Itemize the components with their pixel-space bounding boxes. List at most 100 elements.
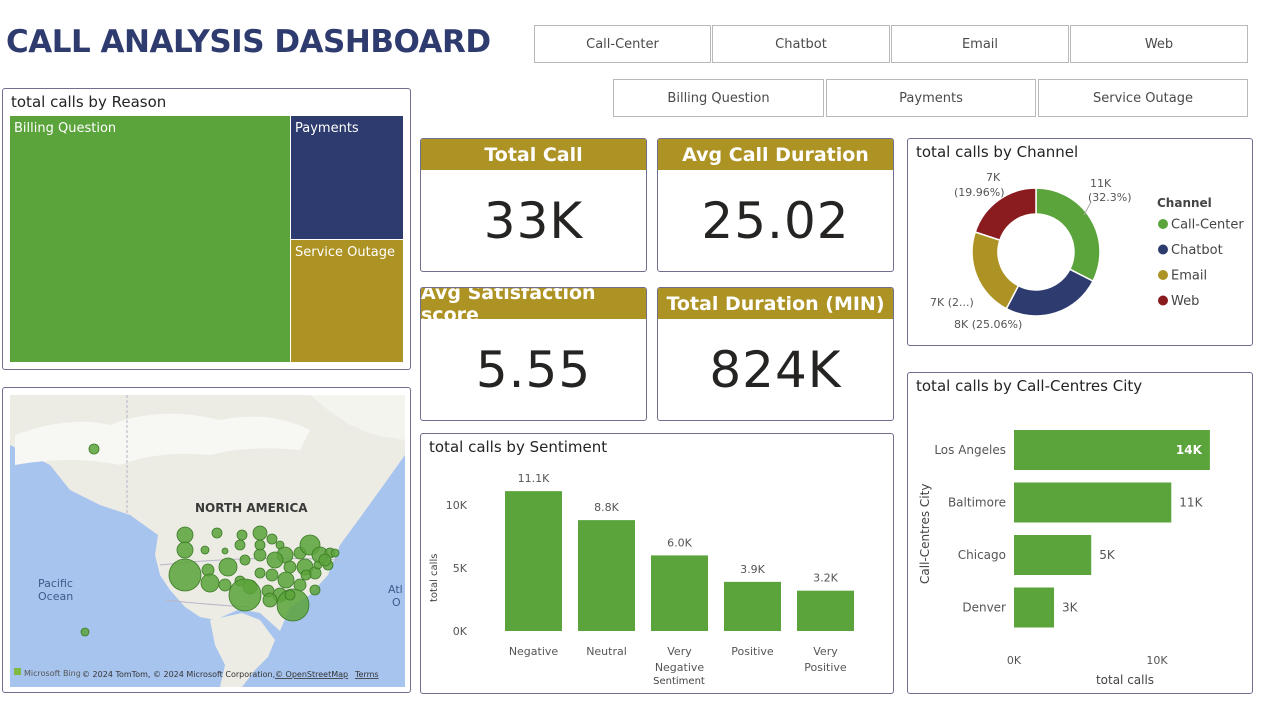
- kpi-value: 824K: [709, 340, 842, 399]
- map-bubble[interactable]: [265, 568, 279, 582]
- map-bubble[interactable]: [253, 548, 267, 562]
- legend-item[interactable]: Web: [1171, 294, 1199, 309]
- map-bubble[interactable]: [318, 553, 332, 567]
- legend-marker: [1158, 295, 1168, 306]
- x-tick-label: Negative: [655, 661, 705, 674]
- slicer-service-outage[interactable]: Service Outage: [1038, 79, 1248, 117]
- slicer-web[interactable]: Web: [1070, 25, 1248, 63]
- map-label-atlantic: Atl: [388, 583, 403, 596]
- slicer-payments[interactable]: Payments: [826, 79, 1036, 117]
- legend-item[interactable]: Email: [1171, 269, 1207, 284]
- slicer-call-center[interactable]: Call-Center: [534, 25, 711, 63]
- map-label-continent: NORTH AMERICA: [195, 501, 308, 515]
- bar[interactable]: [1014, 587, 1055, 628]
- bar[interactable]: [724, 581, 781, 631]
- map-bubble[interactable]: [88, 443, 100, 455]
- bar[interactable]: [1014, 535, 1092, 575]
- slicer-email[interactable]: Email: [891, 25, 1069, 63]
- y-tick-label: Los Angeles: [934, 443, 1006, 457]
- donut-data-label: 7K (2...): [930, 296, 974, 309]
- legend-marker: [1158, 270, 1168, 280]
- kpi-label: Total Call: [421, 139, 646, 170]
- x-axis-label: Sentiment: [653, 676, 705, 687]
- map-bubble[interactable]: [262, 592, 278, 608]
- osm-link[interactable]: © OpenStreetMap: [275, 670, 348, 679]
- treemap-cell-payments[interactable]: Payments: [290, 115, 404, 240]
- map-attribution: © 2024 TomTom, © 2024 Microsoft Corporat…: [82, 670, 275, 679]
- map-bubble[interactable]: [277, 571, 295, 589]
- bing-label: Microsoft Bing: [24, 669, 81, 678]
- map-bubble[interactable]: [228, 578, 262, 612]
- bar[interactable]: [505, 491, 562, 631]
- map-bubble[interactable]: [330, 548, 340, 558]
- y-tick-label: 0K: [453, 625, 468, 638]
- map-bubble[interactable]: [221, 547, 229, 555]
- y-axis-label: Call-Centres City: [918, 484, 932, 584]
- bar[interactable]: [651, 555, 708, 631]
- donut-data-label: 7K: [986, 171, 1001, 184]
- map-bubble[interactable]: [252, 525, 268, 541]
- map-bubble[interactable]: [234, 539, 246, 551]
- donut-chart[interactable]: 11K (32.3%) 8K (25.06%) 7K (2...) 7K (19…: [908, 165, 1252, 345]
- map-bubble[interactable]: [239, 554, 251, 566]
- map-bubble[interactable]: [176, 526, 194, 544]
- bar[interactable]: [1014, 482, 1172, 523]
- bar[interactable]: [797, 590, 854, 631]
- donut-legend: Call-Center Chatbot Email Web: [1158, 218, 1244, 309]
- donut-slice[interactable]: [971, 231, 1020, 310]
- slicer-chatbot[interactable]: Chatbot: [712, 25, 890, 63]
- sentiment-bar-chart[interactable]: total calls Sentiment 0K 5K 10K 11.1K Negat…: [421, 462, 893, 692]
- map-bubble[interactable]: [254, 539, 266, 551]
- bar[interactable]: [578, 520, 635, 631]
- legend-item[interactable]: Chatbot: [1171, 243, 1223, 258]
- kpi-value: 5.55: [475, 340, 592, 399]
- map-bubble[interactable]: [300, 569, 312, 581]
- slicer-billing-question[interactable]: Billing Question: [613, 79, 824, 117]
- kpi-avg-satisfaction: Avg Satisfaction score 5.55: [420, 287, 647, 421]
- map-bubble[interactable]: [266, 551, 284, 569]
- map-bubble[interactable]: [283, 560, 297, 574]
- map-bubble[interactable]: [218, 578, 232, 592]
- bubble-map[interactable]: NORTH AMERICA Pacific Ocean Atl O Micros…: [10, 395, 405, 687]
- map-bubble[interactable]: [200, 545, 210, 555]
- treemap-cell-service-outage[interactable]: Service Outage: [290, 239, 404, 363]
- y-tick-label: Chicago: [958, 548, 1006, 562]
- bar-data-label: 3.2K: [813, 572, 838, 585]
- sentiment-title: total calls by Sentiment: [429, 438, 608, 456]
- kpi-total-call: Total Call 33K: [420, 138, 647, 272]
- terms-link[interactable]: Terms: [354, 670, 379, 679]
- sentiment-panel: total calls by Sentiment total calls Sen…: [420, 433, 894, 694]
- map-bubble[interactable]: [200, 573, 220, 593]
- map-bubble[interactable]: [168, 558, 202, 592]
- map-label-ocean: Pacific: [38, 577, 73, 590]
- y-tick-label: Denver: [962, 601, 1006, 615]
- x-tick-label: Negative: [509, 645, 559, 658]
- donut-data-label: 8K (25.06%): [954, 318, 1022, 331]
- map-bubble[interactable]: [236, 529, 248, 541]
- kpi-label: Avg Satisfaction score: [421, 288, 646, 326]
- map-bubble[interactable]: [309, 584, 321, 596]
- map-bubble[interactable]: [254, 567, 266, 579]
- map-bubble[interactable]: [284, 589, 296, 601]
- map-bubble[interactable]: [211, 527, 223, 539]
- treemap-title: total calls by Reason: [11, 93, 167, 111]
- kpi-label: Avg Call Duration: [658, 139, 893, 170]
- donut-slice[interactable]: [1005, 268, 1095, 317]
- city-panel: total calls by Call-Centres City Call-Ce…: [907, 372, 1253, 694]
- treemap-cell-billing-question[interactable]: Billing Question: [9, 115, 291, 363]
- treemap-label: Service Outage: [295, 245, 395, 260]
- x-tick-label: Neutral: [586, 645, 627, 658]
- map-bubble[interactable]: [176, 541, 194, 559]
- map-bubble[interactable]: [80, 627, 90, 637]
- legend-item[interactable]: Call-Center: [1171, 218, 1244, 233]
- map-bubble[interactable]: [266, 533, 278, 545]
- map-panel: NORTH AMERICA Pacific Ocean Atl O Micros…: [2, 387, 411, 693]
- city-title: total calls by Call-Centres City: [916, 377, 1143, 395]
- bars: Los Angeles 14K Baltimore 11K Chicago 5K Denve…: [934, 430, 1210, 628]
- x-tick-label: Positive: [731, 645, 774, 658]
- donut-data-label: (32.3%): [1088, 191, 1132, 204]
- treemap-label: Payments: [295, 121, 359, 136]
- map-bubble[interactable]: [218, 557, 238, 577]
- legend-marker: [1158, 219, 1168, 229]
- city-bar-chart[interactable]: Call-Centres City total calls 0K 10K Los …: [908, 399, 1252, 693]
